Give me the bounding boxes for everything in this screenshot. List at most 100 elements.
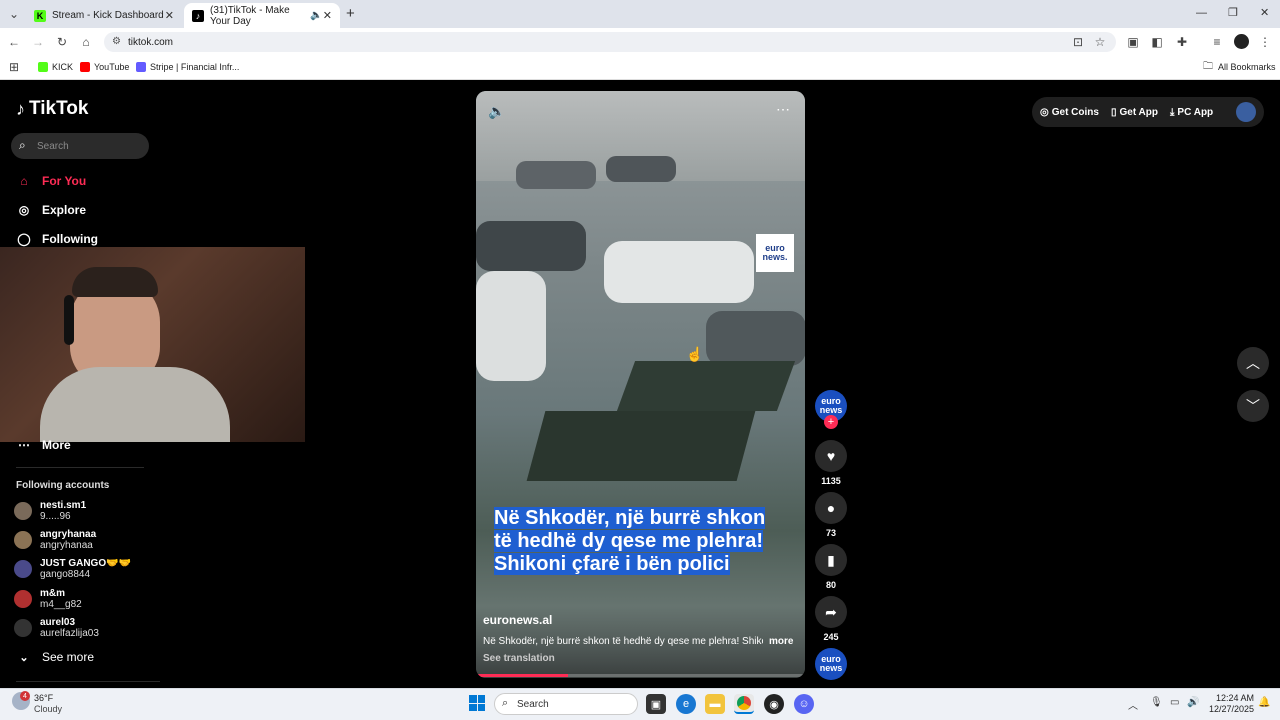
profile-avatar[interactable]: [1234, 34, 1249, 49]
heart-icon: ♥: [826, 448, 836, 464]
url-text: tiktok.com: [128, 36, 174, 48]
reload-icon[interactable]: ↻: [54, 34, 70, 50]
top-actions: ◎ Get Coins ▯ Get App ⤓ PC App: [1032, 97, 1264, 127]
tab-kick[interactable]: K Stream - Kick Dashboard ✕: [26, 3, 182, 28]
task-view-icon[interactable]: ▣: [646, 694, 666, 714]
more-options-icon[interactable]: ⋯: [776, 101, 790, 118]
see-more-button[interactable]: ⌄ See more: [16, 646, 94, 668]
bookmark-stripe[interactable]: Stripe | Financial Infr...: [136, 60, 239, 74]
share-button[interactable]: ➦: [815, 596, 847, 628]
windows-taskbar: [0, 688, 1280, 720]
tiktok-icon: ♪: [192, 9, 204, 22]
weather-temp[interactable]: 36°F: [34, 693, 53, 703]
gray-car: [706, 311, 805, 366]
chevron-down-icon: ⌄: [19, 651, 29, 664]
coin-icon: ◎: [1040, 106, 1049, 118]
tiktok-note-icon: ♪: [16, 98, 25, 119]
app-icon[interactable]: ◉: [764, 694, 784, 714]
media-control-icon[interactable]: ≡: [1209, 34, 1225, 50]
close-icon[interactable]: ✕: [165, 9, 174, 22]
account-item[interactable]: JUST GANGO🤝🤝 gango8844: [14, 555, 131, 583]
headset: [64, 295, 74, 345]
video-caption: Në Shkodër, një burrë shkon të hedhë dy …: [494, 507, 766, 575]
more-link[interactable]: more: [769, 636, 793, 647]
forward-icon[interactable]: →: [30, 34, 46, 50]
nav-for-you[interactable]: ⌂ For You: [16, 170, 86, 192]
avatar: [14, 502, 32, 520]
video-author[interactable]: euronews.al: [483, 613, 552, 627]
install-app-icon[interactable]: ⊡: [1070, 34, 1086, 50]
pc-app-button[interactable]: ⤓ PC App: [1170, 107, 1213, 118]
account-item[interactable]: aurel03 aurelfazlija03: [14, 614, 99, 642]
following-accounts-header: Following accounts: [16, 480, 110, 491]
network-icon[interactable]: ▭: [1170, 697, 1179, 708]
menu-dots-icon[interactable]: ⋮: [1257, 34, 1273, 50]
file-explorer-icon[interactable]: ▬: [705, 694, 725, 714]
comment-button[interactable]: ●: [815, 492, 847, 524]
video-player[interactable]: euro news. 🔈 ⋯ ☝ euronews.al Në Shkodër,…: [476, 91, 805, 678]
volume-icon[interactable]: 🔈: [488, 103, 505, 120]
clock-date[interactable]: 12/27/2025: [1206, 704, 1254, 714]
progress-fill: [476, 674, 569, 677]
tray-chevron-icon[interactable]: ︿: [1128, 697, 1138, 712]
tiktok-logo[interactable]: ♪ TikTok: [16, 98, 88, 120]
close-icon[interactable]: ✕: [323, 9, 332, 22]
chrome-icon[interactable]: [734, 694, 754, 714]
edge-icon[interactable]: e: [676, 694, 696, 714]
nav-explore[interactable]: ◎ Explore: [16, 199, 86, 221]
back-icon[interactable]: ←: [6, 34, 22, 50]
notification-bell-icon[interactable]: 🔔: [1258, 697, 1270, 708]
get-app-button[interactable]: ▯ Get App: [1111, 107, 1158, 118]
bookmark-kick[interactable]: KICK: [38, 60, 73, 74]
tab-tiktok[interactable]: ♪ (31)TikTok - Make Your Day 🔈 ✕: [184, 3, 340, 28]
discord-icon[interactable]: ☺: [794, 694, 814, 714]
like-button[interactable]: ♥: [815, 440, 847, 472]
follow-plus-icon[interactable]: +: [824, 415, 838, 429]
all-bookmarks[interactable]: 🗀 All Bookmarks: [1203, 60, 1276, 74]
search-icon: ⌕: [19, 138, 26, 152]
home-icon: ⌂: [20, 174, 28, 188]
music-disc[interactable]: euro news: [815, 648, 847, 680]
nav-more[interactable]: ⋯ More: [16, 434, 71, 456]
home-button-icon[interactable]: ⌂: [78, 34, 94, 50]
bookmark-youtube[interactable]: YouTube: [80, 60, 129, 74]
site-info-icon[interactable]: ⚙: [112, 36, 121, 47]
extension-icon[interactable]: ▣: [1125, 34, 1141, 50]
bookmark-star-icon[interactable]: ☆: [1092, 34, 1108, 50]
tab-label: Stream - Kick Dashboard: [52, 10, 164, 21]
windows-start-icon[interactable]: [469, 695, 485, 711]
apps-grid-icon[interactable]: ⊞: [6, 59, 22, 75]
white-suv: [604, 241, 754, 303]
previous-video-button[interactable]: ︿: [1237, 347, 1269, 379]
stripe-icon: [136, 62, 146, 72]
avatar: [14, 531, 32, 549]
account-item[interactable]: m&m m4__g82: [14, 585, 82, 613]
progress-track[interactable]: [476, 674, 805, 677]
restore-icon[interactable]: ❐: [1228, 6, 1238, 19]
comment-icon: ●: [826, 500, 836, 516]
share-icon: ➦: [825, 603, 837, 620]
see-translation-link[interactable]: See translation: [483, 653, 555, 664]
tab-list-icon[interactable]: ⌄: [6, 6, 22, 22]
extension-icon[interactable]: ◧: [1149, 34, 1165, 50]
minimize-icon[interactable]: —: [1196, 7, 1207, 19]
next-video-button[interactable]: ﹀: [1237, 390, 1269, 422]
save-button[interactable]: ▮: [815, 544, 847, 576]
tab-label: (31)TikTok - Make Your Day: [210, 4, 290, 27]
clock-time[interactable]: 12:24 AM: [1206, 693, 1254, 703]
volume-tray-icon[interactable]: 🔊: [1187, 697, 1199, 708]
taskbar-search[interactable]: ⌕ Search: [494, 693, 638, 715]
weather-desc: Cloudy: [34, 704, 63, 714]
window-close-icon[interactable]: ✕: [1260, 6, 1269, 19]
get-coins-button[interactable]: ◎ Get Coins: [1040, 107, 1099, 118]
search-input[interactable]: ⌕ Search: [11, 133, 149, 159]
extensions-puzzle-icon[interactable]: ✚: [1174, 34, 1190, 50]
account-item[interactable]: angryhanaa angryhanaa: [14, 526, 96, 554]
microphone-icon[interactable]: 🎙: [1150, 697, 1163, 708]
speaker-icon[interactable]: 🔈: [310, 10, 322, 21]
new-tab-button[interactable]: +: [346, 5, 355, 22]
parked-car: [516, 161, 596, 189]
user-avatar[interactable]: [1236, 102, 1256, 122]
address-bar[interactable]: ⚙ tiktok.com: [104, 32, 1116, 52]
account-item[interactable]: nesti.sm1 9.....96: [14, 497, 86, 525]
